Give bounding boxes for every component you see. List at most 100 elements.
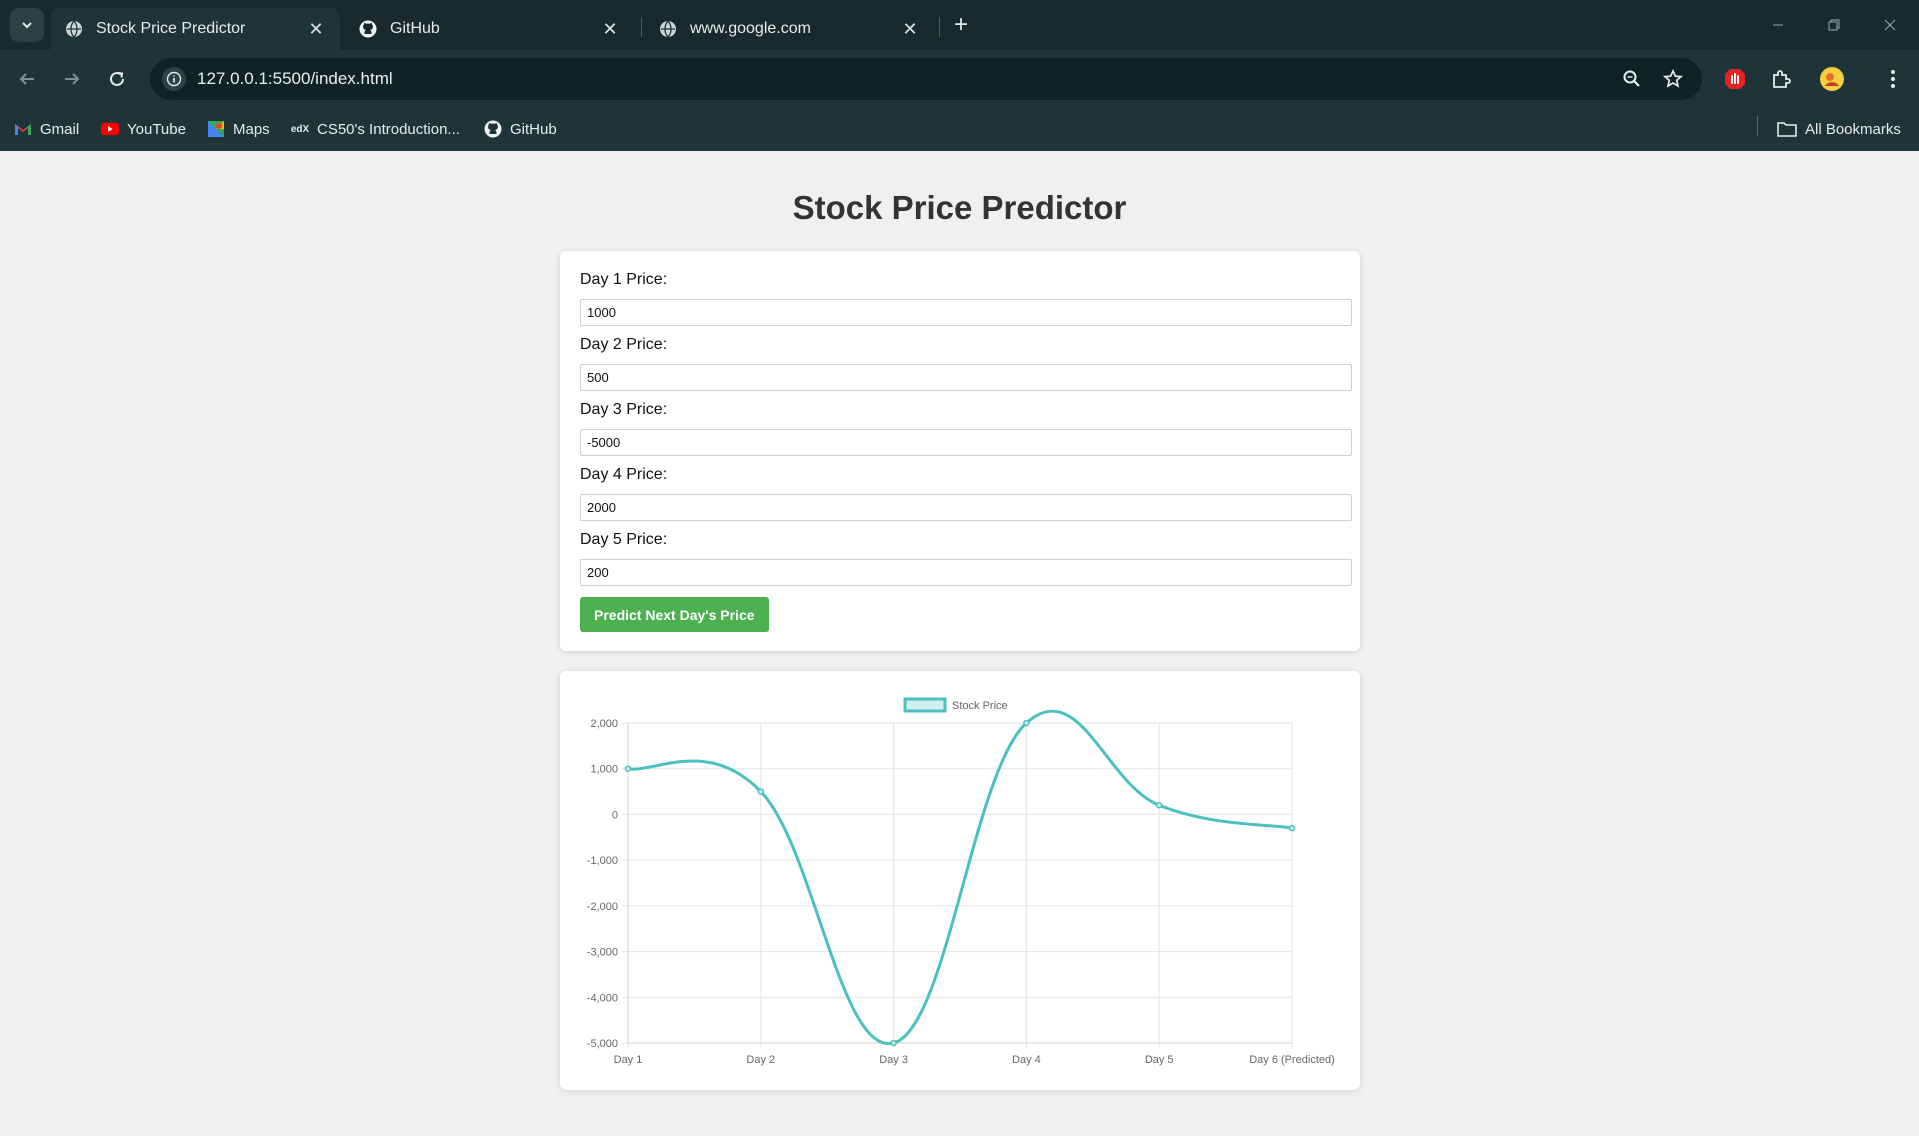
data-point <box>890 1039 897 1047</box>
day-2-price-label: Day 2 Price: <box>580 336 668 353</box>
bookmark-maps[interactable]: Maps <box>207 118 270 140</box>
bookmarks-bar: Gmail YouTube Maps edX CS50's Introducti… <box>0 108 1919 151</box>
tab-github[interactable]: GitHub ✕ <box>344 8 634 50</box>
day-3-price-input[interactable] <box>580 429 1352 456</box>
bookmark-label: GitHub <box>510 120 557 138</box>
restore-icon <box>1828 19 1840 31</box>
x-tick-label: Day 1 <box>614 1054 643 1066</box>
x-tick-label: Day 4 <box>1012 1054 1041 1066</box>
data-point <box>1155 802 1163 809</box>
minimize-button[interactable] <box>1758 10 1798 40</box>
zoom-icon[interactable] <box>1620 67 1644 91</box>
x-tick-label: Day 3 <box>879 1054 908 1066</box>
tab-stock-price-predictor[interactable]: Stock Price Predictor ✕ <box>50 8 340 50</box>
y-tick-label: -5,000 <box>587 1038 618 1050</box>
day-4-price-label: Day 4 Price: <box>580 466 668 483</box>
github-icon <box>358 19 378 39</box>
tab-separator <box>641 17 642 37</box>
back-button[interactable] <box>10 62 44 96</box>
profile-avatar[interactable] <box>1815 62 1849 96</box>
tab-title: www.google.com <box>690 20 811 37</box>
all-bookmarks-button[interactable]: All Bookmarks <box>1777 118 1901 140</box>
forward-button[interactable] <box>55 62 89 96</box>
y-tick-label: -3,000 <box>587 947 618 959</box>
y-tick-label: 2,000 <box>590 718 618 730</box>
y-tick-label: -2,000 <box>587 901 618 913</box>
github-icon <box>484 120 502 138</box>
legend-swatch <box>903 697 947 713</box>
bookmark-star-icon[interactable] <box>1661 67 1685 91</box>
close-icon[interactable]: ✕ <box>600 19 620 39</box>
close-window-button[interactable] <box>1870 10 1910 40</box>
gmail-icon <box>14 120 32 138</box>
folder-icon <box>1777 120 1797 138</box>
x-tick-label: Day 2 <box>746 1054 775 1066</box>
chevron-down-icon <box>22 22 32 29</box>
browser-toolbar: 127.0.0.1:5500/index.html <box>0 50 1919 108</box>
tab-title: Stock Price Predictor <box>96 20 246 37</box>
legend-label: Stock Price <box>952 700 1008 712</box>
chart-card: 2,000 1,000 0 -1,000 -2,000 -3,000 -4,000 -5,00… <box>560 671 1360 1090</box>
y-tick-label: 1,000 <box>590 764 618 776</box>
data-point <box>1023 719 1030 727</box>
page-title: Stock Price Predictor <box>792 189 1127 226</box>
new-tab-button[interactable]: + <box>948 11 974 38</box>
close-icon <box>1884 19 1896 31</box>
data-point <box>1288 824 1296 832</box>
day-5-price-label: Day 5 Price: <box>580 531 668 548</box>
bookmark-gmail[interactable]: Gmail <box>14 118 79 140</box>
globe-icon <box>64 19 84 39</box>
predict-button[interactable]: Predict Next Day's Price <box>580 597 769 632</box>
tab-title: GitHub <box>390 20 440 37</box>
y-tick-label: 0 <box>612 809 618 821</box>
site-info-icon[interactable] <box>162 67 186 91</box>
address-bar[interactable]: 127.0.0.1:5500/index.html <box>150 58 1702 100</box>
tab-strip: Stock Price Predictor ✕ GitHub ✕ www.goo… <box>0 0 1919 50</box>
globe-icon <box>658 19 678 39</box>
bookmark-cs50[interactable]: edX CS50's Introduction... <box>291 118 460 140</box>
bookmarks-separator <box>1757 116 1758 136</box>
tab-search-button[interactable] <box>10 8 44 42</box>
reload-button[interactable] <box>100 62 134 96</box>
data-point <box>757 788 765 795</box>
tab-google[interactable]: www.google.com ✕ <box>644 8 934 50</box>
bookmark-label: CS50's Introduction... <box>317 120 460 138</box>
x-tick-label: Day 6 (Predicted) <box>1249 1054 1335 1066</box>
browser-menu-icon[interactable] <box>1876 62 1910 96</box>
x-tick-label: Day 5 <box>1145 1054 1174 1066</box>
restore-button[interactable] <box>1814 10 1854 40</box>
youtube-icon <box>101 120 119 138</box>
bookmark-label: Gmail <box>40 120 80 138</box>
bookmark-label: Maps <box>233 120 270 138</box>
day-1-price-input[interactable] <box>580 299 1352 326</box>
extension-stop-icon[interactable] <box>1718 62 1752 96</box>
back-arrow-icon <box>19 73 34 85</box>
day-2-price-input[interactable] <box>580 364 1352 391</box>
maps-icon <box>207 120 225 138</box>
close-icon[interactable]: ✕ <box>306 19 326 39</box>
data-point <box>624 765 632 772</box>
edx-icon: edX <box>290 123 310 135</box>
day-5-price-input[interactable] <box>580 559 1352 586</box>
stock-price-chart: 2,000 1,000 0 -1,000 -2,000 -3,000 -4,000 -5,00… <box>587 697 1335 1066</box>
day-3-price-label: Day 3 Price: <box>580 401 668 418</box>
price-form: Day 1 Price: Day 2 Price: Day 3 Price: D… <box>560 251 1360 651</box>
day-4-price-input[interactable] <box>580 494 1352 521</box>
bookmark-github[interactable]: GitHub <box>484 118 557 140</box>
minimize-icon <box>1773 24 1783 26</box>
bookmark-label: YouTube <box>127 120 186 138</box>
day-1-price-label: Day 1 Price: <box>580 271 668 288</box>
y-tick-label: -1,000 <box>587 855 618 867</box>
forward-arrow-icon <box>65 73 80 85</box>
extensions-puzzle-icon[interactable] <box>1764 62 1798 96</box>
page-content: Stock Price Predictor Day 1 Price: Day 2… <box>0 151 1919 1136</box>
bookmark-youtube[interactable]: YouTube <box>101 118 186 140</box>
browser-chrome: Stock Price Predictor ✕ GitHub ✕ www.goo… <box>0 0 1919 151</box>
series-line-stock-price <box>627 709 1293 1045</box>
y-tick-label: -4,000 <box>587 992 618 1004</box>
all-bookmarks-label: All Bookmarks <box>1805 120 1901 138</box>
reload-icon <box>110 71 124 86</box>
tab-separator <box>939 17 940 37</box>
close-icon[interactable]: ✕ <box>900 19 920 39</box>
url-text[interactable]: 127.0.0.1:5500/index.html <box>197 69 393 89</box>
